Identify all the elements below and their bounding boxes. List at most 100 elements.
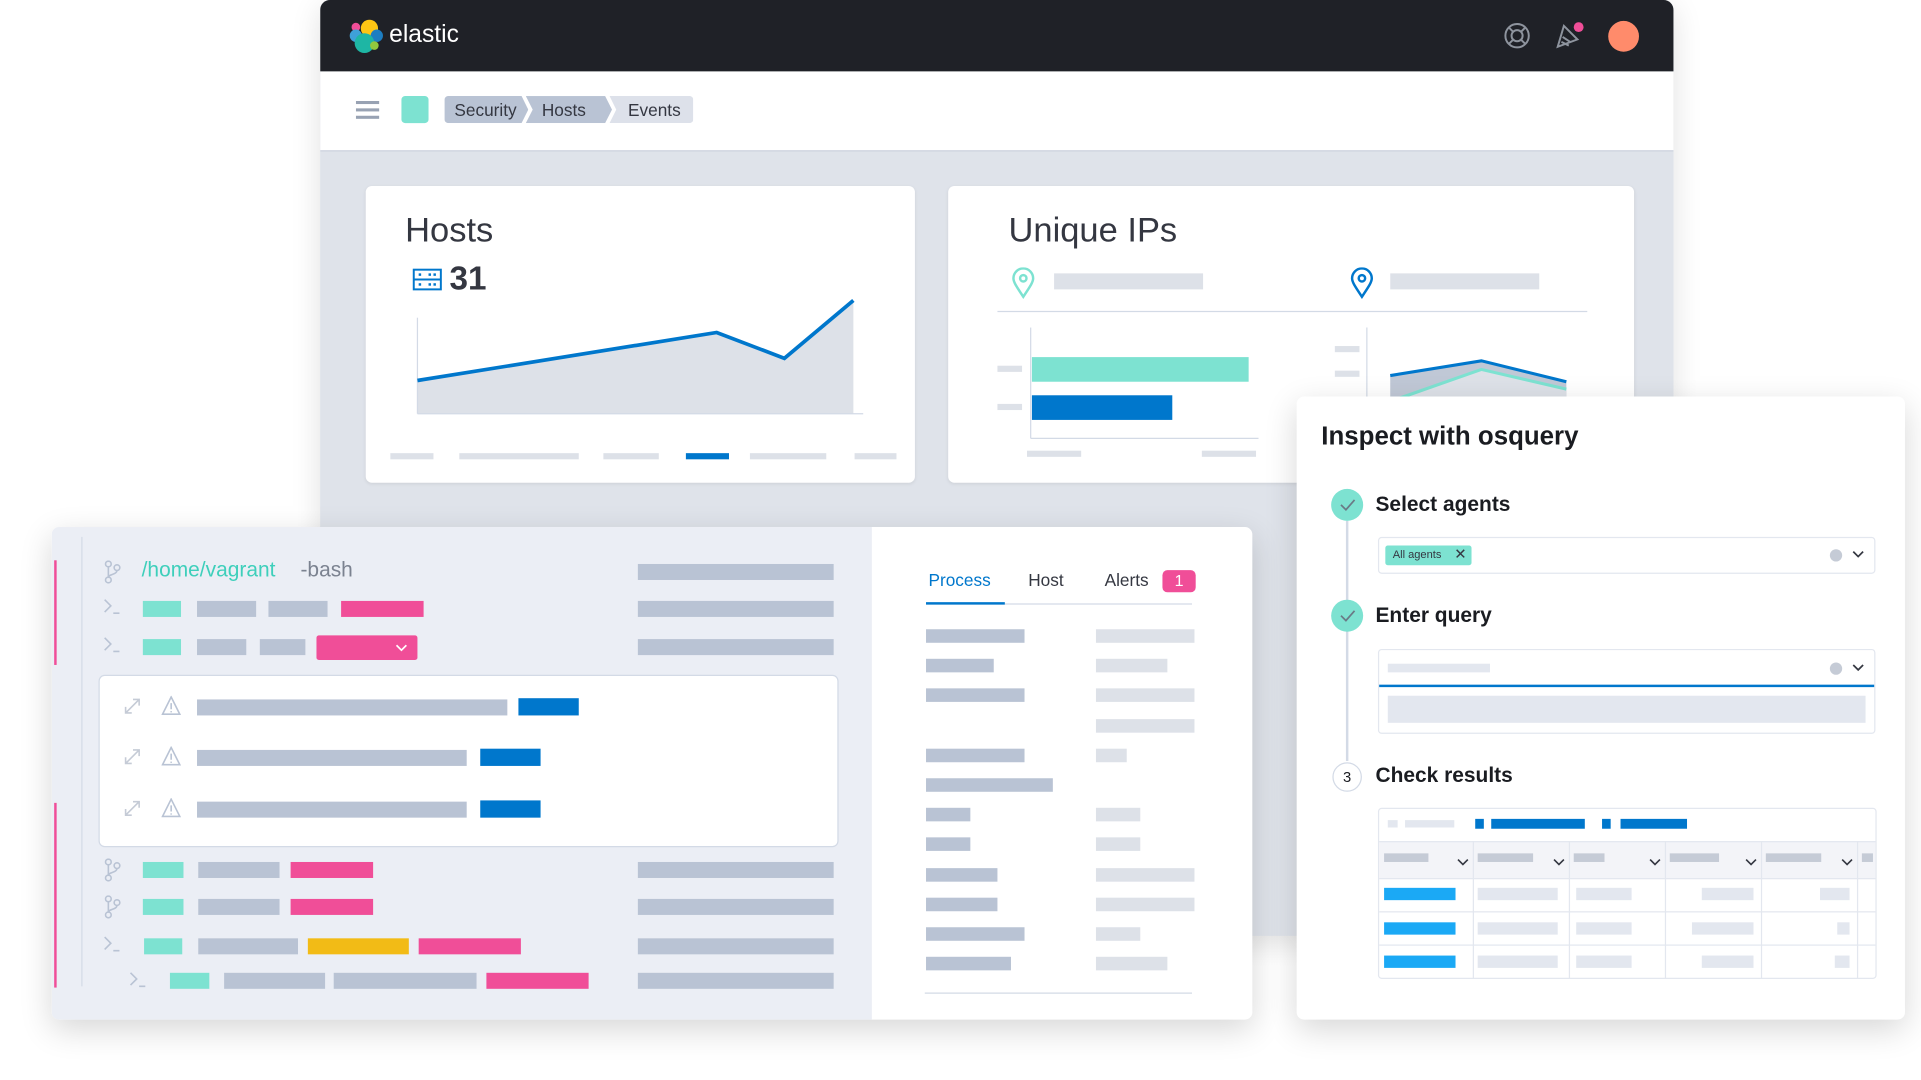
step-1-complete-icon: [1331, 488, 1364, 521]
process-branch-icon: [103, 858, 121, 888]
legend-label: [1054, 273, 1204, 290]
process-field-value: [1095, 897, 1195, 911]
agents-select[interactable]: All agents ✕: [1377, 536, 1876, 574]
source-bar: [1031, 357, 1249, 382]
hosts-card: Hosts 31: [365, 185, 915, 483]
process-field-name: [926, 837, 971, 852]
menu-icon[interactable]: [355, 100, 380, 119]
agent-chip[interactable]: All agents ✕: [1385, 545, 1472, 566]
alert-severity: [480, 800, 541, 818]
avatar[interactable]: [1608, 20, 1639, 52]
result-cell: [1576, 922, 1632, 935]
result-agent-link[interactable]: [1384, 922, 1456, 935]
remove-chip-icon[interactable]: ✕: [1454, 546, 1466, 563]
top-nav-bar: elastic: [320, 0, 1674, 72]
event-field: [486, 972, 589, 989]
sort-chevron-icon[interactable]: [1649, 852, 1661, 874]
elastic-logo-icon: [349, 19, 383, 53]
command-prompt-icon: [103, 597, 121, 627]
osquery-title: Inspect with osquery: [1321, 422, 1579, 451]
sort-chevron-icon[interactable]: [1553, 852, 1565, 874]
legend-label: [1491, 818, 1585, 829]
chevron-down-icon[interactable]: [1852, 550, 1864, 560]
column-header: [1384, 853, 1429, 862]
legend-swatch: [1387, 820, 1398, 828]
result-cell: [1477, 922, 1558, 935]
axis-label: [997, 365, 1023, 372]
active-tab-indicator: [926, 602, 1005, 605]
step-enter-query: Enter query: [1375, 603, 1492, 627]
result-agent-link[interactable]: [1384, 955, 1456, 968]
event-field: [268, 600, 328, 617]
alert-severity: [480, 748, 541, 766]
event-action-dropdown[interactable]: [316, 635, 418, 661]
sort-chevron-icon[interactable]: [1745, 852, 1757, 874]
warning-icon: [161, 695, 182, 722]
tab-process[interactable]: Process: [928, 570, 990, 590]
brand-name[interactable]: elastic: [389, 21, 459, 49]
column-divider: [1472, 841, 1474, 979]
event-field: [198, 861, 280, 878]
help-icon[interactable]: [1504, 22, 1531, 49]
expand-icon[interactable]: [123, 697, 141, 722]
notification-dot: [1573, 22, 1584, 33]
result-cell: [1477, 887, 1558, 901]
expand-icon[interactable]: [123, 799, 141, 824]
result-cell: [1837, 922, 1850, 935]
axis-label: [1201, 450, 1257, 457]
process-field-name: [926, 867, 998, 882]
event-field: [290, 898, 374, 915]
breadcrumb-bar: Security Hosts Events: [320, 71, 1674, 152]
process-field-value: [1095, 927, 1141, 941]
event-field: [418, 938, 521, 955]
process-field-value: [1095, 957, 1168, 971]
axis-tick-label: [459, 453, 579, 460]
command-prompt-icon: [103, 635, 121, 665]
event-field: [198, 938, 298, 955]
process-field-value: [1095, 808, 1141, 822]
process-field-name: [926, 659, 994, 673]
result-agent-link[interactable]: [1384, 887, 1456, 901]
process-field-value: [1095, 688, 1195, 703]
breadcrumb-hosts[interactable]: Hosts: [525, 96, 613, 124]
chevron-down-icon[interactable]: [1852, 664, 1864, 674]
query-editor[interactable]: [1387, 695, 1866, 723]
process-field-value: [1095, 867, 1195, 882]
agent-chip-label: All agents: [1392, 547, 1442, 561]
legend-label: [1620, 818, 1688, 829]
event-field: [144, 938, 183, 955]
column-header: [1573, 853, 1605, 862]
process-field-name: [926, 688, 1025, 703]
result-cell: [1820, 887, 1850, 901]
column-divider: [1856, 841, 1859, 979]
column-divider: [1760, 841, 1763, 979]
process-field-name: [926, 778, 1053, 792]
process-field-value: [1095, 629, 1195, 643]
step-2-complete-icon: [1331, 599, 1364, 632]
notifications-icon[interactable]: [1555, 22, 1587, 52]
summary-bar: [637, 639, 834, 656]
axis-label: [1026, 450, 1082, 457]
expand-icon[interactable]: [123, 747, 141, 772]
steps-connector: [1345, 520, 1349, 762]
legend-label: [1390, 273, 1540, 290]
event-field: [197, 600, 257, 617]
query-input[interactable]: [1377, 648, 1876, 734]
alert-marker: [54, 802, 57, 988]
working-directory[interactable]: /home/vagrant: [142, 558, 276, 583]
sort-chevron-icon[interactable]: [1841, 852, 1853, 874]
clear-icon[interactable]: [1829, 662, 1843, 675]
breadcrumb-events: Events: [609, 96, 694, 124]
event-field: [307, 938, 409, 955]
tab-alerts[interactable]: Alerts: [1105, 570, 1149, 590]
tab-host[interactable]: Host: [1028, 570, 1063, 590]
clear-icon[interactable]: [1829, 549, 1843, 562]
breadcrumb-security[interactable]: Security: [444, 96, 529, 124]
process-field-value: [1095, 718, 1195, 733]
sort-chevron-icon[interactable]: [1457, 852, 1469, 874]
summary-bar: [637, 600, 834, 617]
space-avatar[interactable]: [401, 96, 429, 124]
event-field: [169, 972, 210, 989]
hosts-sparkline: [416, 299, 864, 415]
event-field: [224, 972, 326, 989]
